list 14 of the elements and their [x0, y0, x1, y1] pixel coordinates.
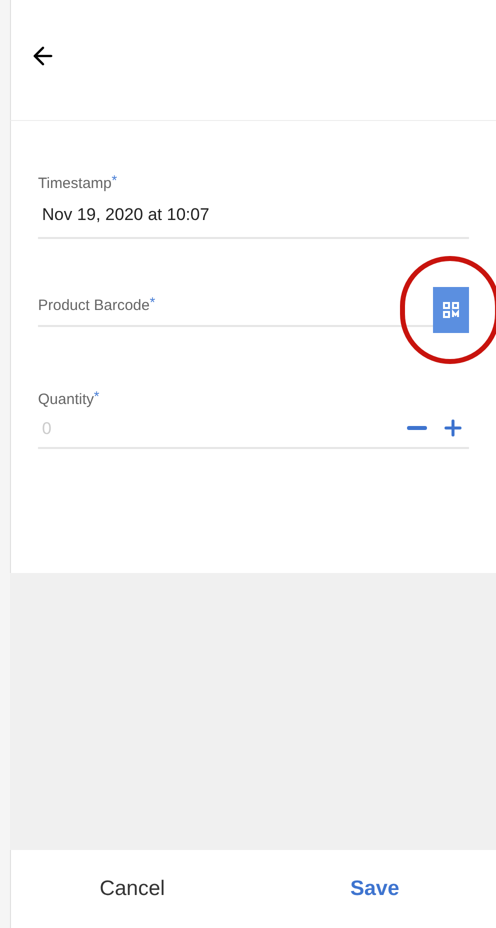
field-label: Quantity [38, 390, 94, 410]
required-mark: * [94, 389, 100, 403]
scan-button[interactable] [433, 287, 469, 333]
cancel-button[interactable]: Cancel [11, 850, 254, 928]
barcode-field[interactable]: Product Barcode* [38, 294, 433, 327]
minus-icon [407, 426, 427, 430]
save-button[interactable]: Save [254, 850, 496, 928]
minus-button[interactable] [405, 426, 429, 430]
required-mark: * [150, 294, 156, 308]
field-label: Product Barcode [38, 296, 150, 316]
required-mark: * [112, 173, 118, 187]
field-label: Timestamp [38, 174, 112, 194]
timestamp-field[interactable]: Nov 19, 2020 at 10:07 [38, 202, 469, 239]
qr-code-icon [443, 302, 459, 318]
